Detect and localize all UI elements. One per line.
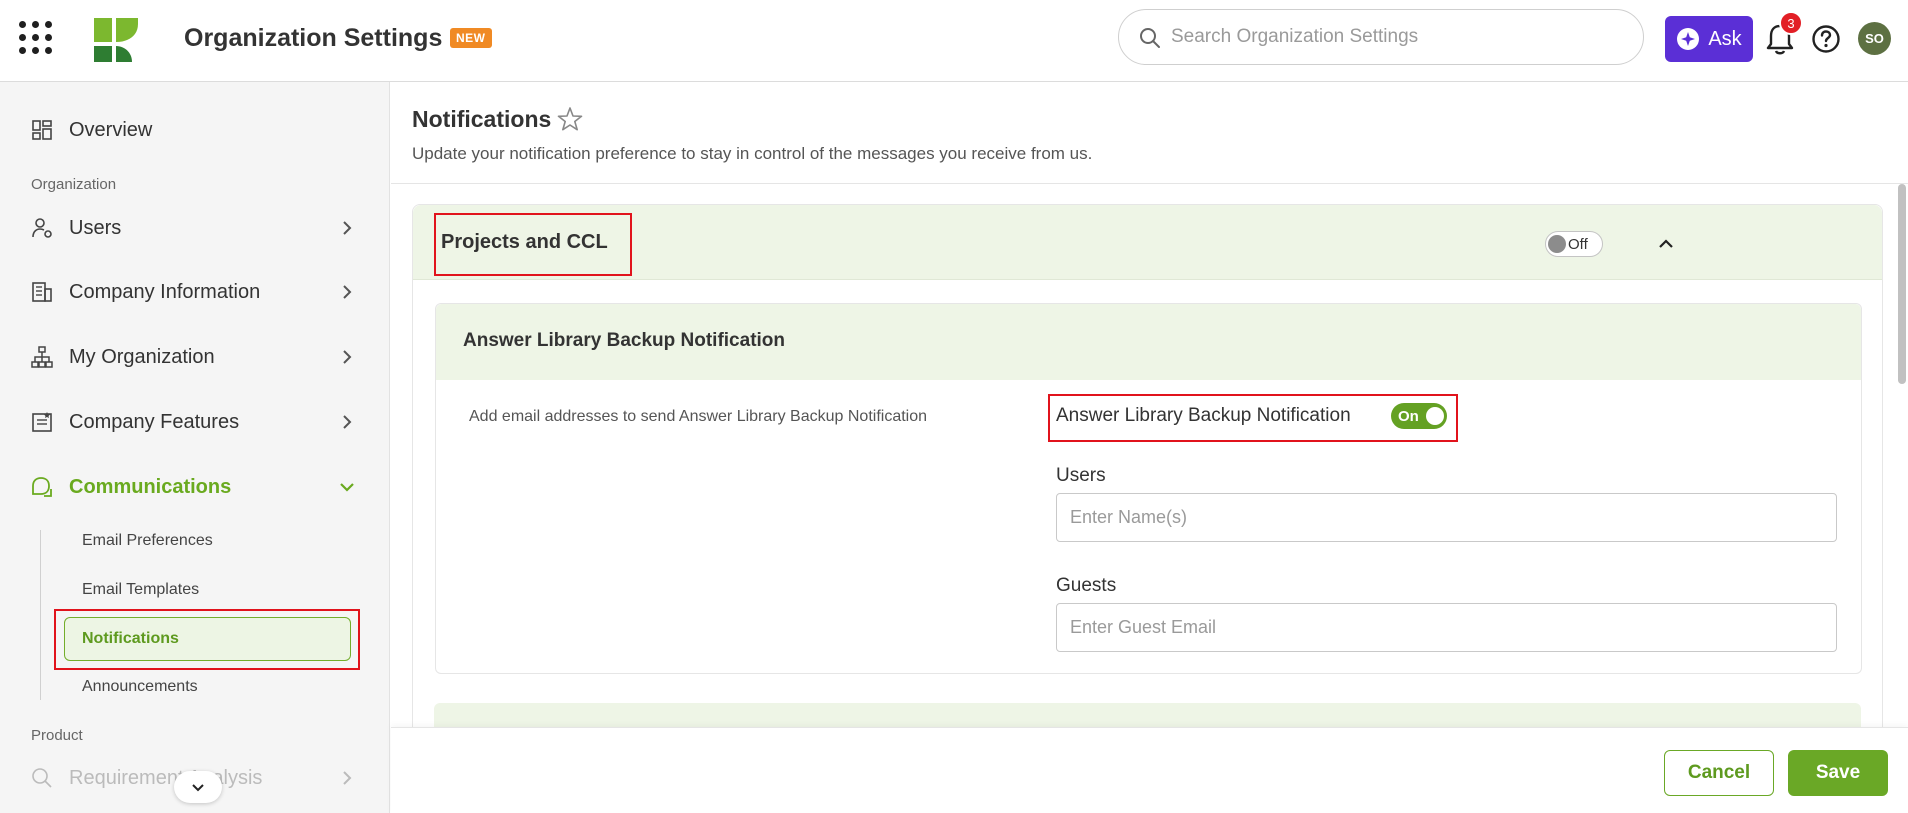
avatar[interactable]: SO	[1858, 22, 1891, 55]
top-bar: Organization Settings NEW Ask 3 SO	[0, 0, 1908, 82]
sidebar-item-label: Communications	[69, 475, 232, 498]
search-bar[interactable]	[1118, 9, 1644, 65]
highlight-box	[434, 213, 632, 276]
projects-ccl-toggle[interactable]: Off	[1545, 231, 1603, 257]
new-badge: NEW	[450, 28, 492, 48]
analysis-icon	[32, 768, 52, 788]
footer-bar: Cancel Save	[391, 727, 1908, 813]
sidebar-item-label: Users	[69, 216, 122, 239]
sparkle-icon	[1677, 28, 1700, 50]
guests-input[interactable]	[1056, 603, 1837, 652]
guests-label: Guests	[1056, 575, 1117, 596]
section-label-product: Product	[31, 727, 83, 744]
overview-icon	[32, 120, 52, 140]
ask-label: Ask	[1708, 27, 1742, 50]
chevron-right-icon	[343, 771, 352, 785]
features-icon	[32, 412, 52, 432]
page-title: Notifications	[412, 106, 552, 132]
ask-button[interactable]: Ask	[1665, 16, 1753, 62]
sidebar: Overview Organization Users Company Info…	[0, 82, 390, 813]
apps-grid-icon[interactable]	[19, 21, 53, 55]
logo[interactable]	[90, 14, 142, 64]
card-header: Answer Library Backup Notification	[436, 304, 1861, 380]
save-button[interactable]: Save	[1788, 750, 1888, 796]
sidebar-subitem-announcements[interactable]: Announcements	[82, 678, 198, 696]
sidebar-item-overview[interactable]: Overview	[30, 110, 360, 150]
sidebar-item-users[interactable]: Users	[30, 208, 360, 248]
submenu-guide-line	[40, 530, 41, 700]
sidebar-item-company-information[interactable]: Company Information	[30, 272, 360, 312]
projects-ccl-panel: Projects and CCL Off Answer Library Back…	[412, 204, 1883, 764]
page-description: Update your notification preference to s…	[412, 144, 1093, 163]
users-icon	[32, 218, 52, 238]
sidebar-subitem-email-templates[interactable]: Email Templates	[82, 581, 199, 599]
scrollbar[interactable]	[1898, 184, 1906, 384]
search-input[interactable]	[1171, 20, 1621, 54]
toggle-knob	[1548, 235, 1566, 253]
sidebar-item-company-features[interactable]: Company Features	[30, 402, 360, 442]
toggle-label: Off	[1568, 235, 1588, 253]
sidebar-item-my-organization[interactable]: My Organization	[30, 337, 360, 377]
answer-library-card: Answer Library Backup Notification Add e…	[435, 303, 1862, 674]
sidebar-scroll-down-button[interactable]	[174, 771, 222, 803]
app-title: Organization Settings	[184, 24, 443, 52]
chevron-down-icon	[340, 483, 354, 492]
chevron-up-icon[interactable]	[1656, 234, 1676, 254]
sidebar-item-label: Requirement Analysis	[69, 766, 263, 789]
search-icon	[1140, 28, 1160, 48]
highlight-box	[54, 609, 360, 670]
chevron-down-icon	[192, 784, 204, 792]
users-input[interactable]	[1056, 493, 1837, 542]
org-chart-icon	[31, 346, 53, 368]
panel-header[interactable]: Projects and CCL Off	[413, 205, 1882, 280]
chevron-right-icon	[343, 221, 352, 235]
chevron-right-icon	[343, 415, 352, 429]
star-icon[interactable]	[557, 106, 583, 132]
sidebar-item-label: My Organization	[69, 345, 215, 368]
help-icon[interactable]	[1811, 24, 1841, 54]
notification-count-badge: 3	[1779, 11, 1803, 35]
section-label-organization: Organization	[31, 176, 117, 193]
sidebar-item-communications[interactable]: Communications	[30, 467, 360, 507]
chevron-right-icon	[343, 285, 352, 299]
chevron-right-icon	[343, 350, 352, 364]
sidebar-subitem-email-preferences[interactable]: Email Preferences	[82, 532, 213, 550]
divider	[391, 183, 1908, 184]
sidebar-item-label: Overview	[69, 118, 153, 141]
cancel-button[interactable]: Cancel	[1664, 750, 1774, 796]
building-icon	[32, 282, 52, 302]
sidebar-item-label: Company Features	[69, 410, 240, 433]
card-description: Add email addresses to send Answer Libra…	[469, 408, 928, 425]
highlight-box	[1048, 394, 1458, 442]
chat-icon	[32, 477, 52, 497]
main-content: Notifications Update your notification p…	[391, 82, 1908, 813]
sidebar-item-label: Company Information	[69, 280, 261, 303]
users-label: Users	[1056, 465, 1106, 486]
card-title: Answer Library Backup Notification	[463, 330, 786, 351]
